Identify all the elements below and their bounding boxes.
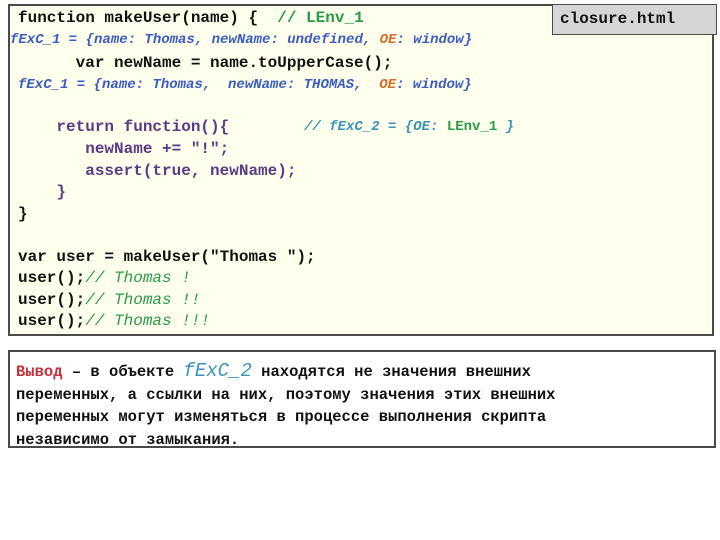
conclusion-box: Вывод – в объекте fExC_2 находятся не зн… — [8, 350, 716, 449]
execution-context-annotation-2: fExC_1 = {name: Thomas, newName: THOMAS,… — [18, 75, 472, 95]
code-line-var-user: var user = makeUser("Thomas "); — [18, 248, 316, 266]
comment-suffix: } — [497, 119, 515, 135]
code-line-inner-close-brace: } — [18, 183, 67, 201]
code-line-function-declaration: function makeUser(name) { // LEnv_1 — [18, 8, 364, 28]
call-output-comment: // Thomas !!! — [85, 312, 211, 330]
annotation-suffix: : window} — [396, 77, 472, 93]
call-output-comment: // Thomas !! — [85, 291, 201, 309]
file-name-tab: closure.html — [552, 4, 717, 35]
conclusion-line-3: переменных могут изменяться в процессе в… — [16, 408, 547, 426]
conclusion-line-1: Вывод – в объекте fExC_2 находятся не зн… — [16, 360, 708, 384]
code-text: return function(){ — [18, 118, 230, 136]
code-line-user-call: user();// Thomas !!! — [18, 311, 210, 331]
annotation-suffix: : window} — [396, 32, 473, 48]
call-code: user(); — [18, 269, 86, 287]
conclusion-label: Вывод — [16, 363, 63, 381]
conclusion-text: – в объекте — [62, 363, 184, 381]
oe-key: OE — [379, 77, 397, 93]
lenv-reference: LEnv_1 — [446, 119, 498, 135]
code-text: function makeUser(name) { — [18, 9, 278, 27]
code-line-assert: assert(true, newName); — [18, 162, 297, 180]
code-line-user-call: user();// Thomas ! — [18, 268, 191, 288]
code-line-newname-append: newName += "!"; — [18, 140, 230, 158]
code-line-return-function: return function(){ — [18, 117, 229, 137]
fexc2-comment: // fExC_2 = {OE: LEnv_1 } — [304, 117, 514, 137]
fexc2-highlight: fExC_2 — [183, 360, 252, 382]
code-line-var-newname: var newName = name.toUpperCase(); — [18, 54, 393, 72]
code-line-outer-close-brace: } — [18, 205, 28, 223]
execution-context-annotation-1: fExC_1 = {name: Thomas, newName: undefin… — [10, 30, 472, 50]
annotation-text: fExC_1 = {name: Thomas, newName: undefin… — [10, 32, 380, 48]
call-code: user(); — [18, 291, 86, 309]
conclusion-line-4: независимо от замыкания. — [16, 430, 240, 449]
conclusion-text: находятся не значения внешних — [251, 363, 531, 381]
oe-key: OE — [379, 32, 397, 48]
annotation-text: fExC_1 = {name: Thomas, newName: THOMAS, — [18, 77, 380, 93]
call-output-comment: // Thomas ! — [85, 269, 191, 287]
conclusion-line-2: переменных, а ссылки на них, поэтому зна… — [16, 385, 556, 404]
lenv-comment: // LEnv_1 — [277, 9, 364, 27]
code-line-user-call: user();// Thomas !! — [18, 290, 200, 310]
comment-text: // fExC_2 = {OE: — [304, 119, 447, 135]
call-code: user(); — [18, 312, 86, 330]
